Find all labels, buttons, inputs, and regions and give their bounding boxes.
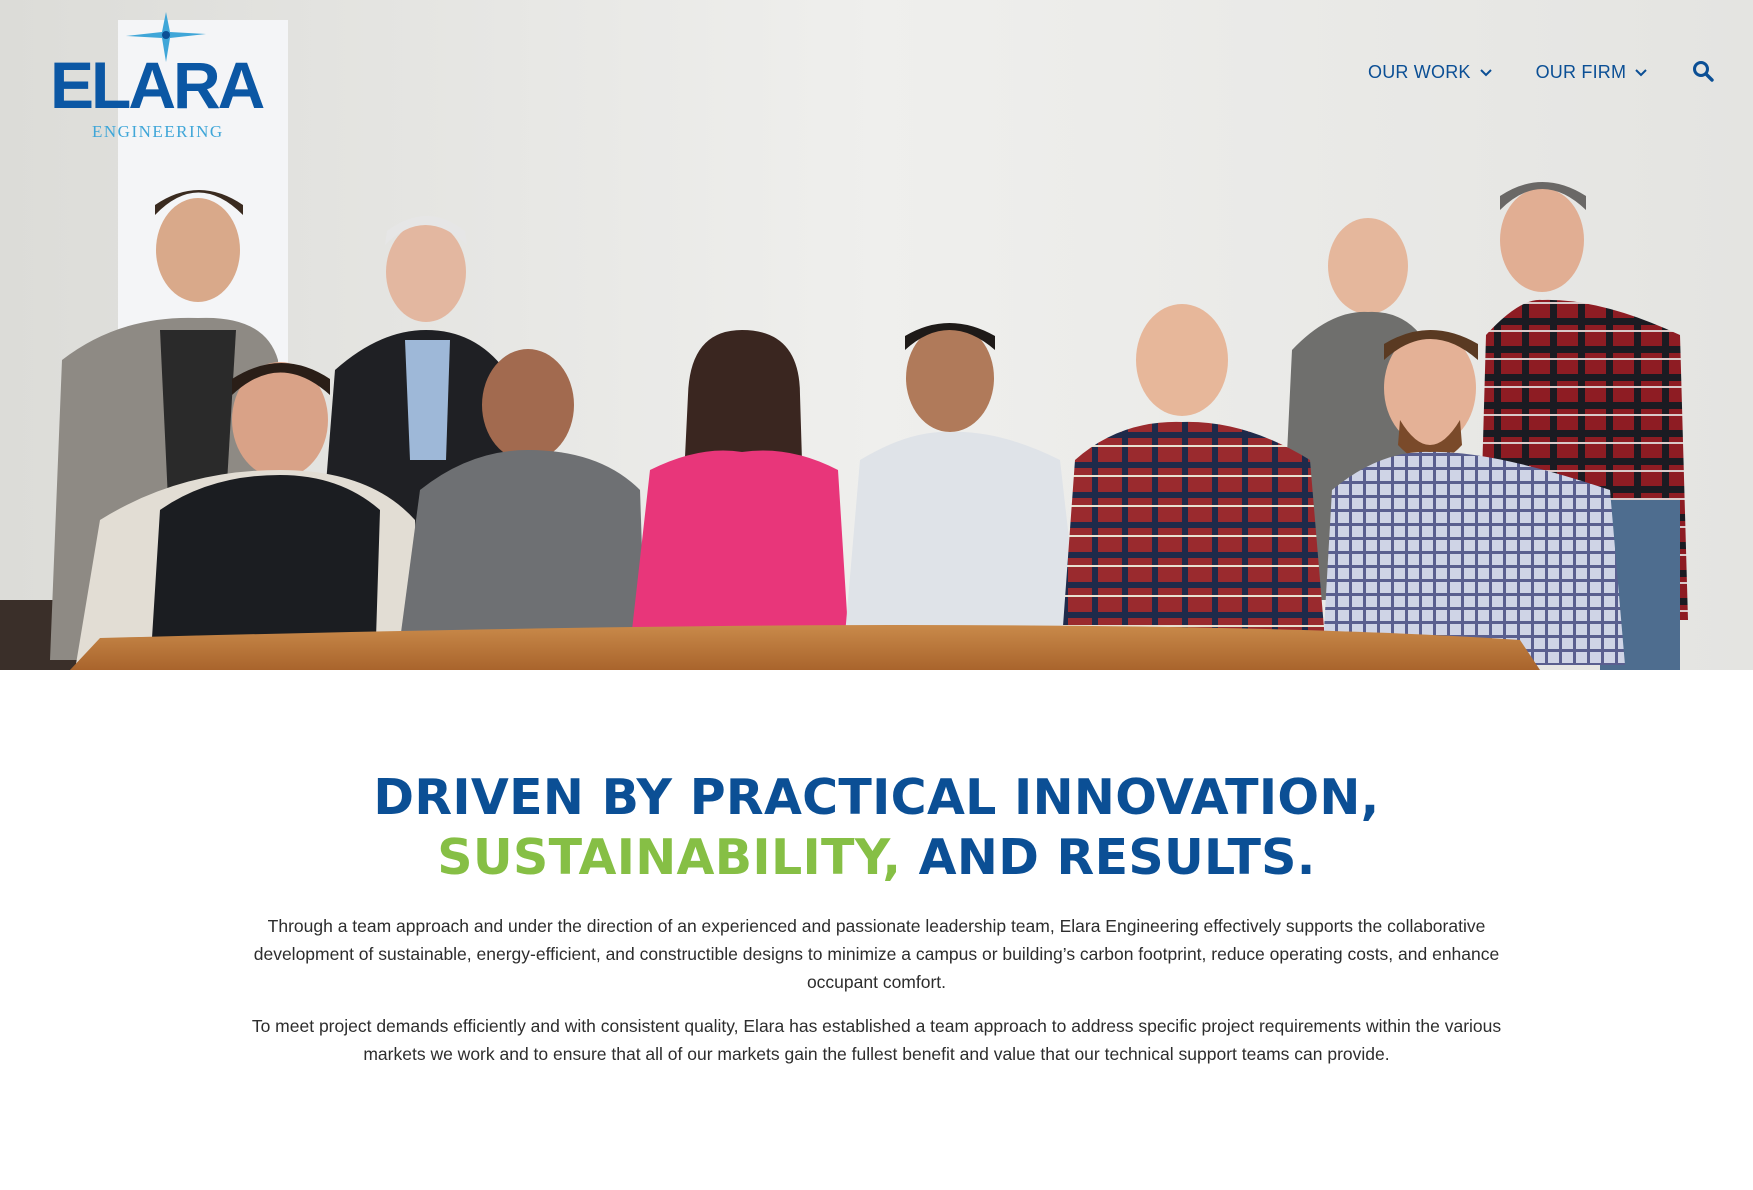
logo-subtitle: ENGINEERING: [92, 122, 224, 141]
logo-wordmark: ELARA: [50, 48, 265, 122]
headline-highlight: SUSTAINABILITY,: [437, 829, 902, 886]
headline-line-1: DRIVEN BY PRACTICAL INNOVATION,: [373, 769, 1380, 826]
nav-our-work[interactable]: OUR WORK: [1368, 62, 1492, 83]
intro-paragraph-1: Through a team approach and under the di…: [253, 916, 1500, 992]
chevron-down-icon: [1635, 68, 1647, 76]
search-icon[interactable]: [1692, 60, 1714, 82]
main-nav: OUR WORK OUR FIRM: [1368, 62, 1691, 83]
page-headline: DRIVEN BY PRACTICAL INNOVATION, SUSTAINA…: [0, 768, 1753, 888]
site-logo[interactable]: ELARA ENGINEERING: [50, 12, 280, 147]
nav-our-firm-label: OUR FIRM: [1535, 62, 1627, 82]
intro-paragraph-2: To meet project demands efficiently and …: [251, 1016, 1502, 1064]
nav-our-work-label: OUR WORK: [1368, 62, 1471, 82]
headline-line-2-rest: AND RESULTS.: [901, 829, 1316, 886]
nav-our-firm[interactable]: OUR FIRM: [1536, 62, 1648, 83]
chevron-down-icon: [1479, 68, 1492, 76]
